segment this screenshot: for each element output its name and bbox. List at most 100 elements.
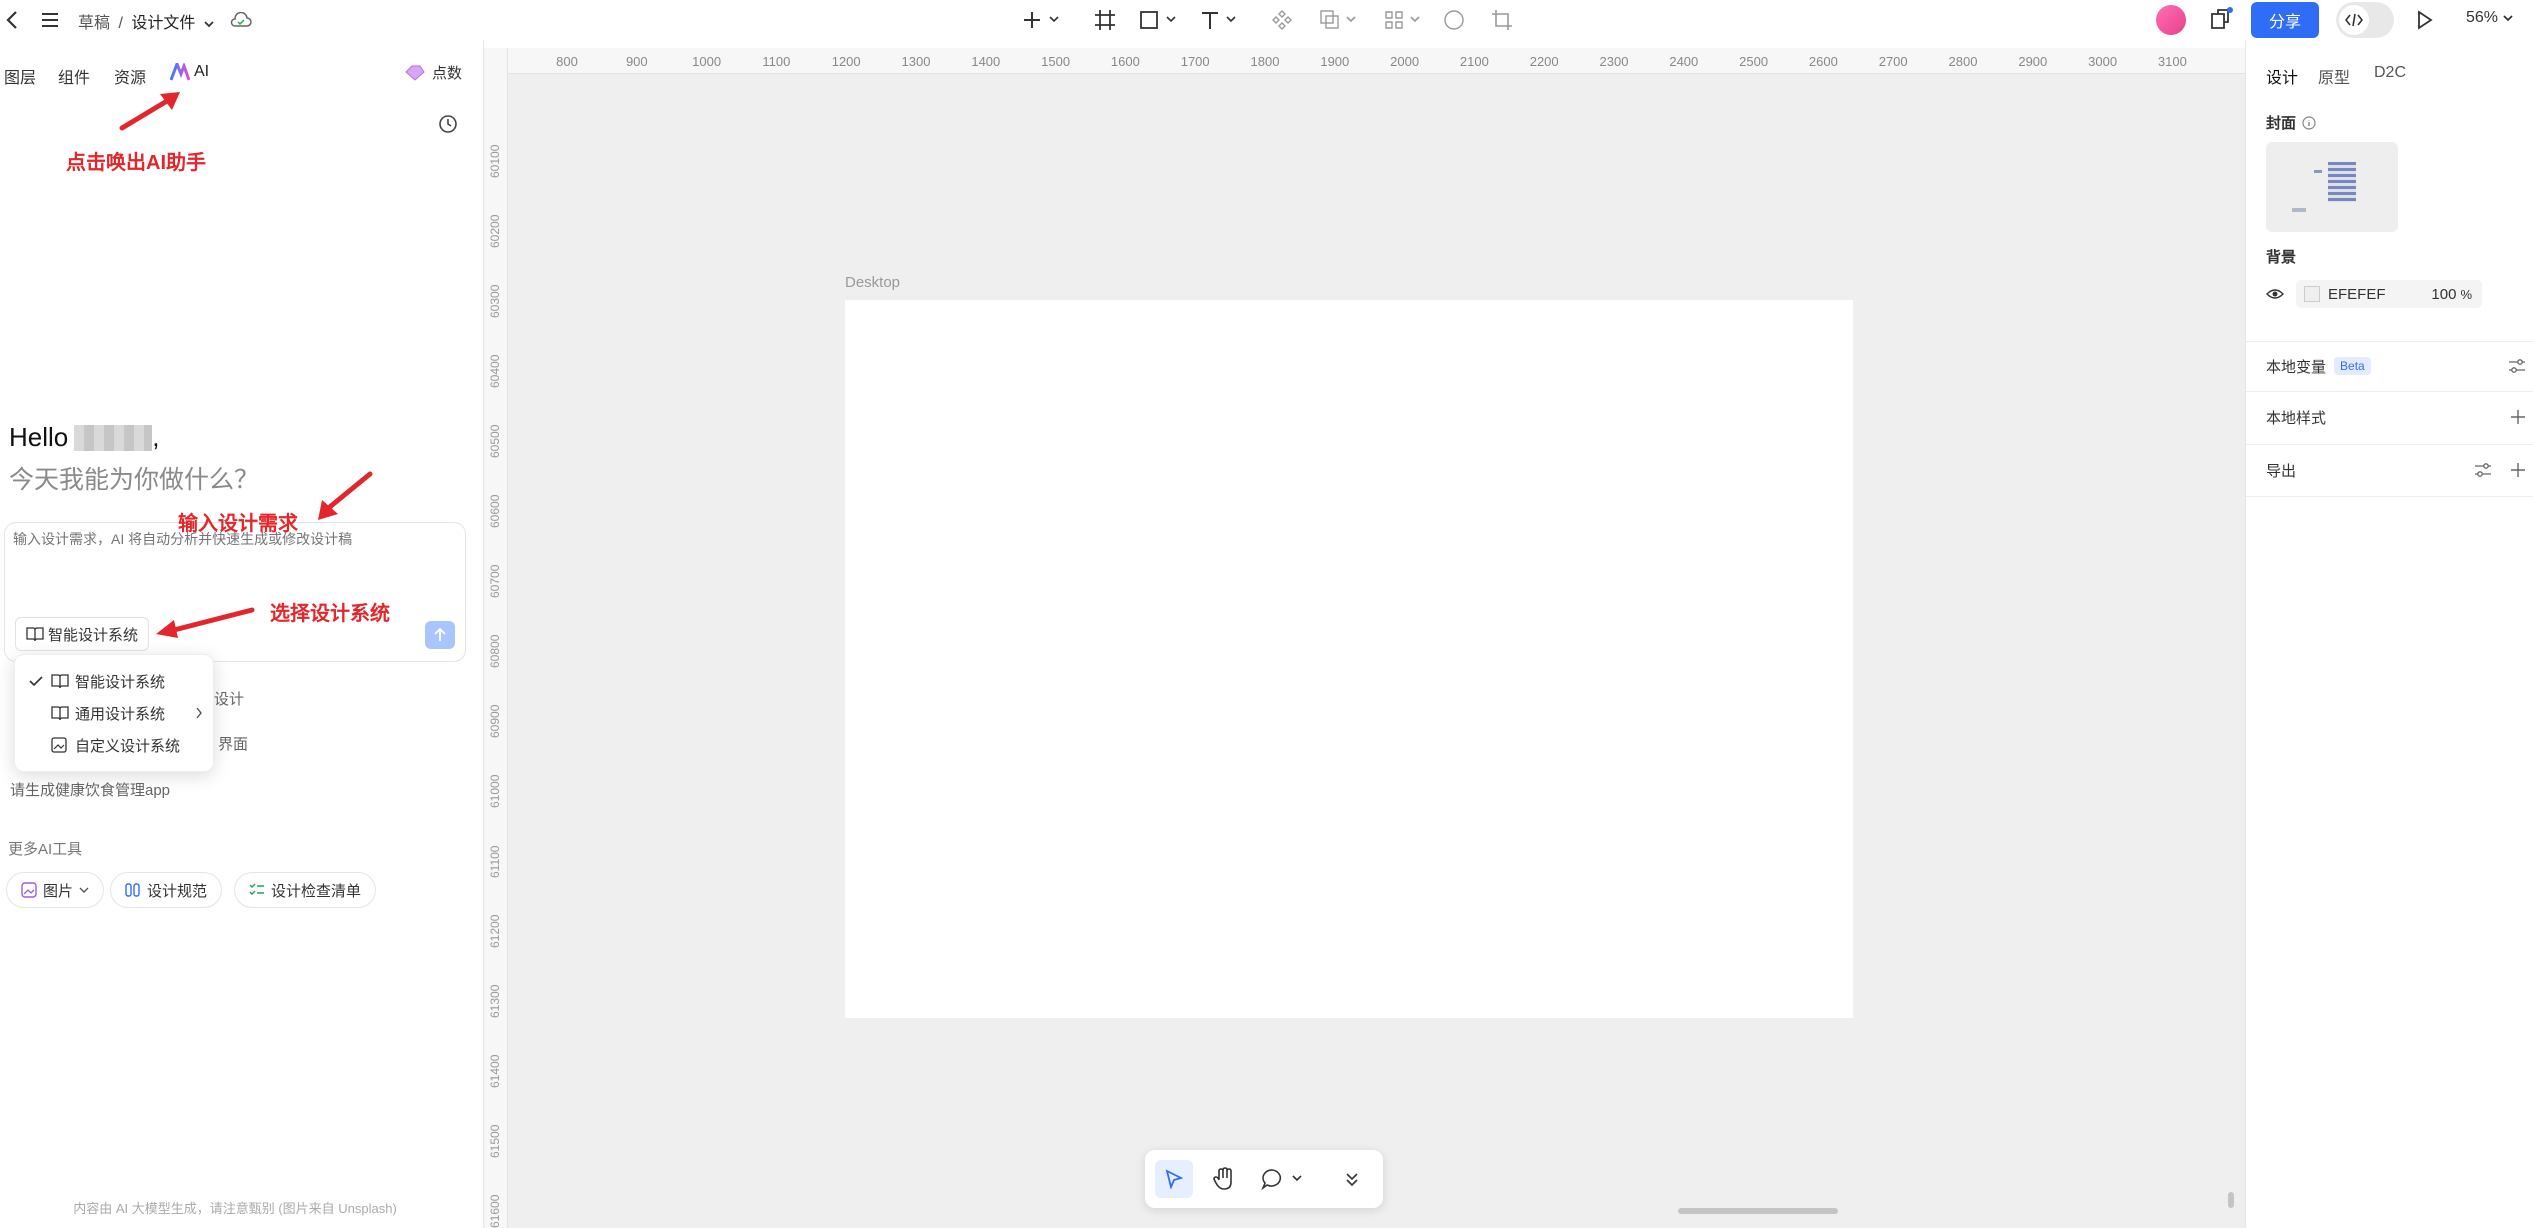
breadcrumb-separator: / <box>118 15 123 32</box>
points-label: 点数 <box>432 65 463 82</box>
comment-tool-button[interactable] <box>1257 1160 1311 1198</box>
tab-ai[interactable]: AI <box>170 63 209 81</box>
plugin-icon[interactable] <box>2206 4 2236 34</box>
zoom-dropdown[interactable]: 56% <box>2466 9 2514 27</box>
local-styles-row[interactable]: 本地样式 <box>2266 394 2526 440</box>
mask-tool-button[interactable] <box>1380 6 1428 34</box>
ruler-tick-label: 1600 <box>1110 54 1140 69</box>
breadcrumb: 草稿 / 设计文件 <box>78 9 215 33</box>
frame-tool-icon[interactable] <box>1090 6 1120 34</box>
local-variables-row[interactable]: 本地变量 Beta <box>2266 343 2526 389</box>
tab-layers[interactable]: 图层 <box>4 64 36 88</box>
ruler-tick-label: 3000 <box>2088 54 2118 69</box>
design-spec-label: 设计规范 <box>147 882 208 900</box>
menu-item-label: 自定义设计系统 <box>75 737 181 755</box>
settings-sliders-icon[interactable] <box>2508 358 2526 374</box>
suggestion-partial-2[interactable]: 界面 <box>218 733 248 754</box>
hand-tool-icon[interactable] <box>1205 1160 1243 1198</box>
chevron-down-icon[interactable] <box>203 20 215 28</box>
tab-prototype[interactable]: 原型 <box>2318 64 2350 88</box>
annotation-arrow-ai <box>119 92 180 131</box>
ruler-tick-label: 61100 <box>488 845 502 878</box>
check-icon <box>29 676 43 687</box>
component-tool-icon[interactable] <box>1268 6 1296 34</box>
tab-design[interactable]: 设计 <box>2266 64 2298 88</box>
menu-item-smart-system[interactable]: 智能设计系统 <box>15 665 215 697</box>
top-bar: 草稿 / 设计文件 分享 56% <box>0 0 2533 40</box>
menu-item-label: 智能设计系统 <box>75 673 166 691</box>
image-tool-chip[interactable]: 图片 <box>6 872 105 908</box>
ruler-tick-label: 2800 <box>1948 54 1978 69</box>
send-button[interactable] <box>425 621 455 649</box>
eye-icon[interactable] <box>2264 284 2286 304</box>
design-checklist-chip[interactable]: 设计检查清单 <box>234 872 377 908</box>
text-tool-button[interactable] <box>1196 6 1244 34</box>
ai-disclaimer: 内容由 AI 大模型生成，请注意甄别 (图片来自 Unsplash) <box>73 1201 397 1216</box>
chevron-down-icon <box>79 887 89 893</box>
suggestion-item[interactable]: 请生成健康饮食管理app <box>10 779 170 800</box>
design-system-button[interactable]: 智能设计系统 <box>15 617 150 651</box>
code-toggle[interactable] <box>2336 2 2394 38</box>
boolean-tool-button[interactable] <box>1316 6 1364 34</box>
canvas[interactable]: Desktop <box>508 74 2245 1228</box>
menu-icon[interactable] <box>38 8 62 32</box>
expand-toolbar-icon[interactable] <box>1333 1160 1371 1198</box>
frame-label[interactable]: Desktop <box>845 274 900 291</box>
plus-icon[interactable] <box>2510 462 2526 478</box>
background-color-field[interactable]: EFEFEF 100 % <box>2296 280 2482 308</box>
background-opacity[interactable]: 100 <box>2431 286 2456 303</box>
tab-assets[interactable]: 资源 <box>114 64 146 88</box>
select-tool-button[interactable] <box>1155 1160 1193 1198</box>
design-spec-chip[interactable]: 设计规范 <box>110 872 223 908</box>
cover-thumbnail[interactable] <box>2266 142 2398 232</box>
desktop-frame[interactable] <box>845 300 1853 1018</box>
ruler-tick-label: 2500 <box>1739 54 1769 69</box>
menu-item-general-system[interactable]: 通用设计系统 <box>15 697 215 729</box>
vertical-scrollbar[interactable] <box>2228 1192 2234 1208</box>
crop-tool-icon[interactable] <box>1488 6 1516 34</box>
tab-d2c[interactable]: D2C <box>2374 64 2406 82</box>
horizontal-scrollbar[interactable] <box>1678 1208 1838 1214</box>
ruler-tick-label: 1800 <box>1250 54 1280 69</box>
menu-item-custom-system[interactable]: 自定义设计系统 <box>15 729 215 761</box>
design-system-label: 智能设计系统 <box>48 626 139 644</box>
settings-sliders-icon[interactable] <box>2474 462 2492 478</box>
book-ai-icon <box>26 627 44 642</box>
ruler-left: 60100 60200 60300 60400 60500 60600 60700 60800… <box>484 48 508 1228</box>
points-button[interactable]: 点数 <box>404 62 462 83</box>
suggestion-partial-1[interactable]: 设计 <box>214 688 244 709</box>
checklist-icon <box>249 883 264 895</box>
share-button[interactable]: 分享 <box>2251 2 2319 38</box>
book-icon <box>51 706 69 721</box>
background-hex[interactable]: EFEFEF <box>2328 286 2386 303</box>
arrow-up-icon <box>434 627 446 641</box>
image-icon <box>21 882 37 898</box>
image-edit-icon <box>51 737 67 753</box>
code-icon <box>2339 5 2369 35</box>
breadcrumb-file[interactable]: 设计文件 <box>131 15 195 32</box>
play-icon[interactable] <box>2412 6 2438 34</box>
cover-label: 封面 <box>2266 115 2297 132</box>
more-tools-label: 更多AI工具 <box>8 841 83 858</box>
info-icon[interactable] <box>2302 115 2316 130</box>
ruler-tick-label: 61600 <box>488 1194 502 1228</box>
opacity-percent: % <box>2460 286 2472 302</box>
export-row[interactable]: 导出 <box>2266 447 2526 493</box>
breadcrumb-root[interactable]: 草稿 <box>78 15 110 32</box>
add-tool-button[interactable] <box>1018 6 1066 34</box>
chevron-right-icon <box>196 707 202 719</box>
book-ai-icon <box>51 674 69 689</box>
tab-ai-label: AI <box>194 63 210 80</box>
history-icon[interactable] <box>436 112 460 136</box>
ruler-tick-label: 800 <box>556 54 578 69</box>
ruler-tick-label: 60500 <box>488 424 502 458</box>
ruler-tick-label: 2000 <box>1390 54 1420 69</box>
plus-icon[interactable] <box>2510 409 2526 425</box>
ruler-tick-label: 60600 <box>488 494 502 528</box>
shape-tool-button[interactable] <box>1136 6 1184 34</box>
tab-components[interactable]: 组件 <box>58 64 90 88</box>
back-chevron-icon[interactable] <box>2 6 22 34</box>
avatar[interactable] <box>2156 5 2186 35</box>
ellipse-tool-icon[interactable] <box>1440 6 1468 34</box>
color-swatch[interactable] <box>2304 286 2320 302</box>
